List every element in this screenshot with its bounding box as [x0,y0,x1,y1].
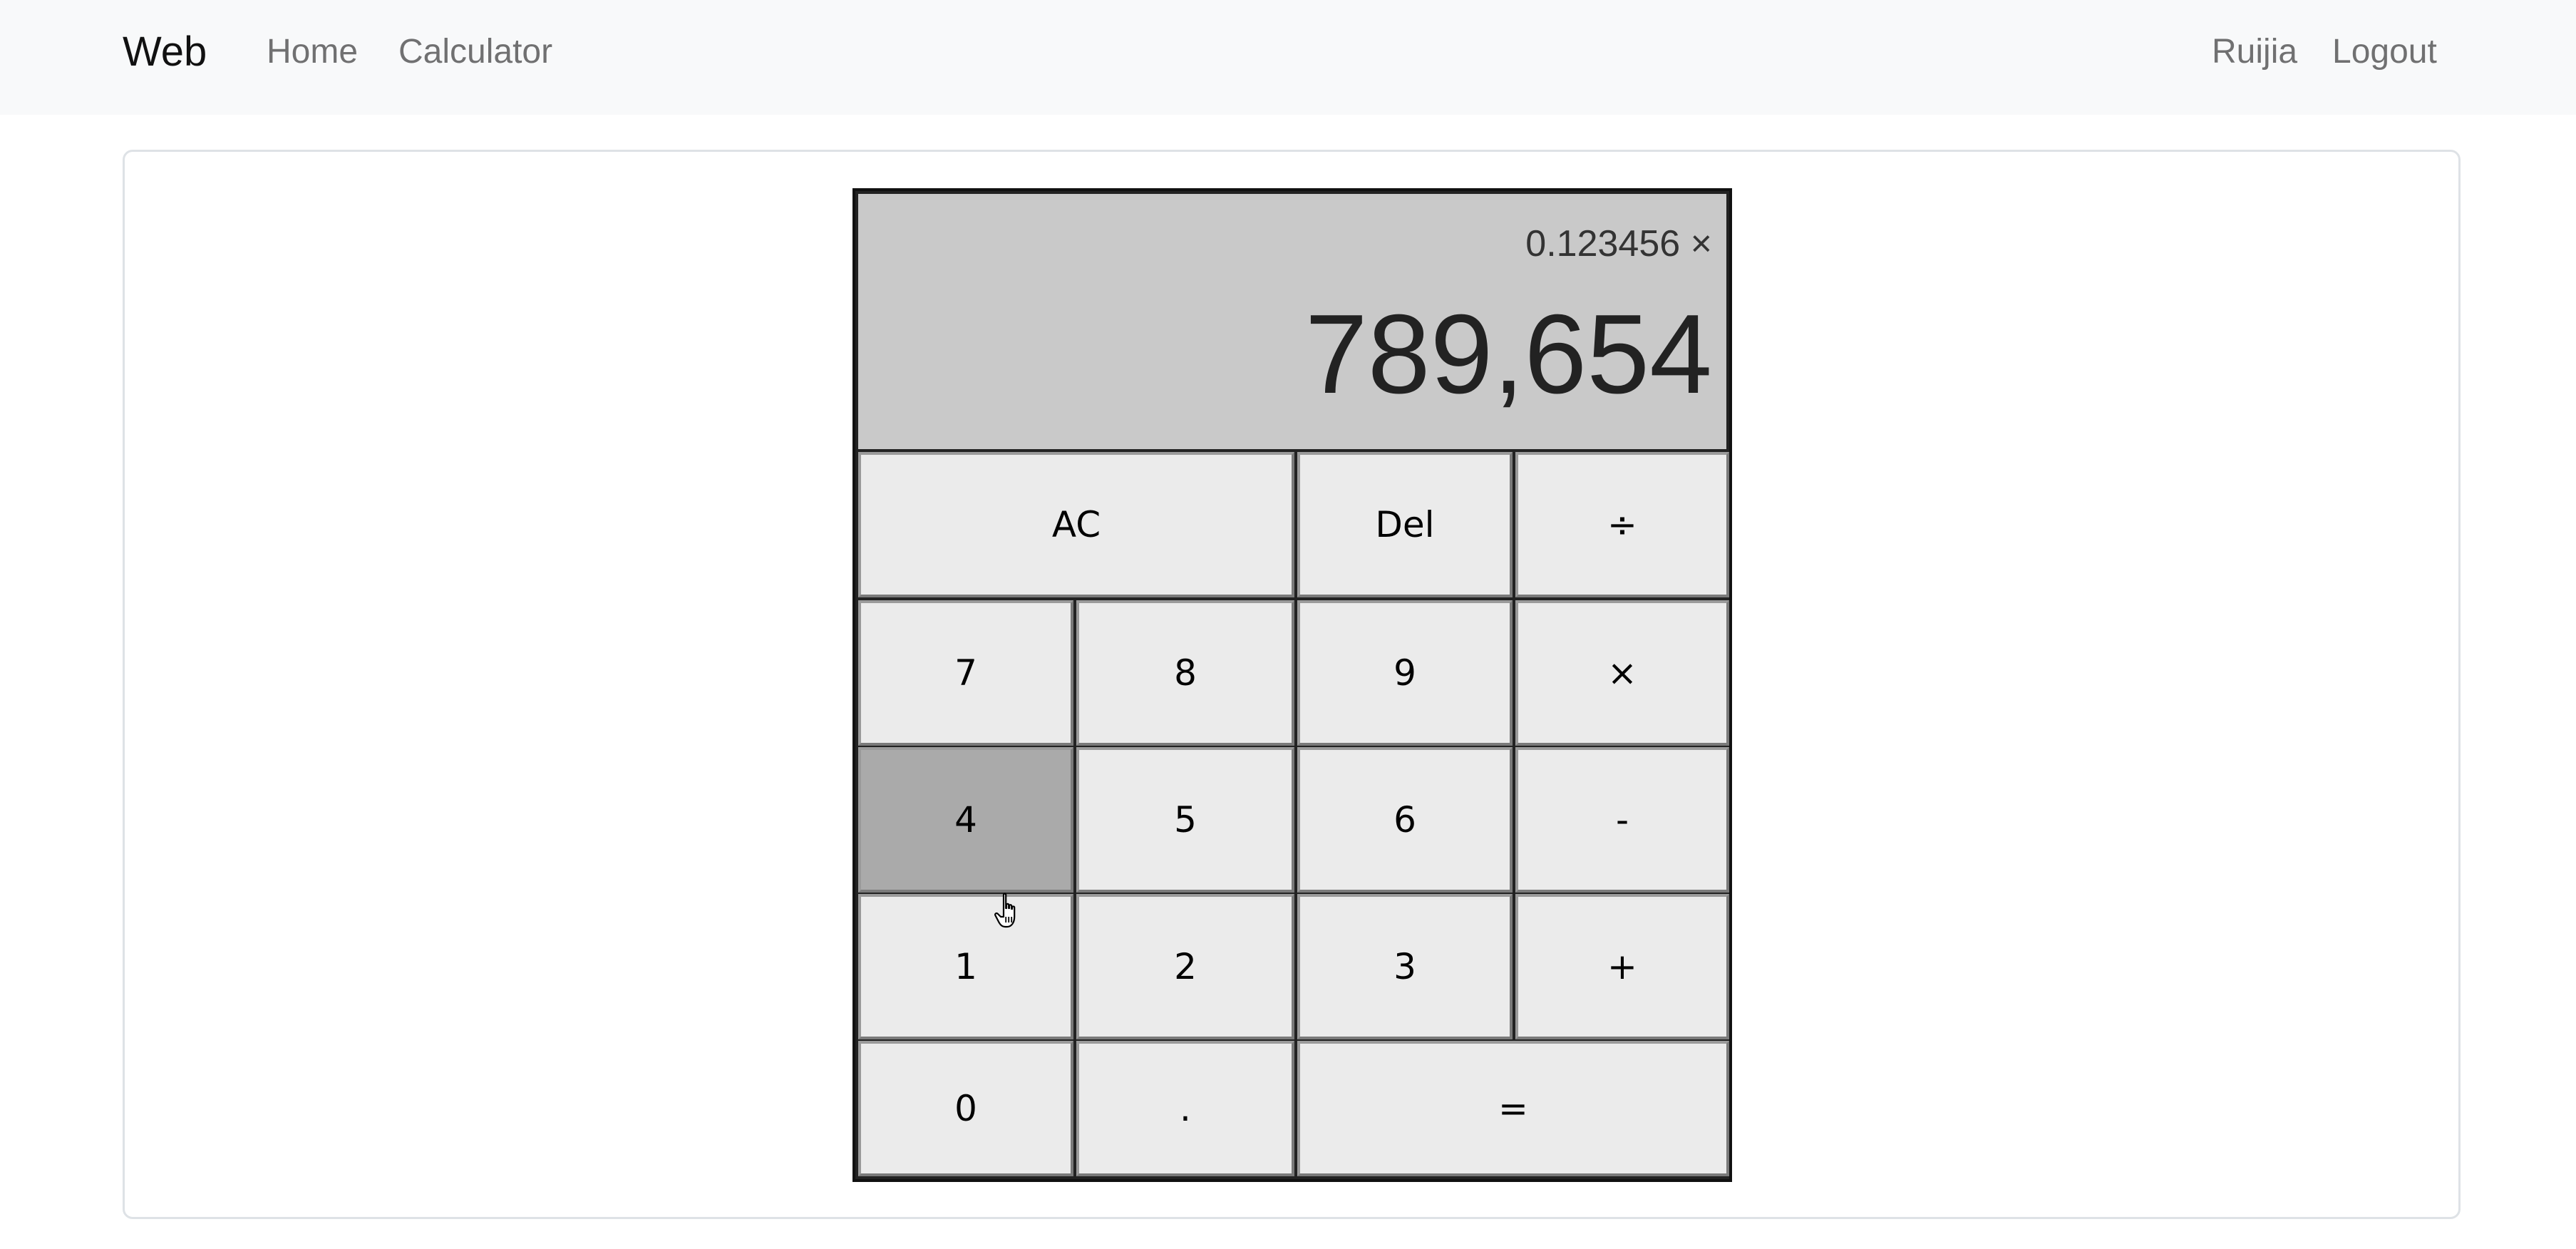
logout-link[interactable]: Logout [2332,29,2437,76]
minus-button[interactable]: - [1515,747,1729,893]
digit-8-button[interactable]: 8 [1076,600,1294,746]
digit-7-button[interactable]: 7 [858,600,1073,746]
plus-button[interactable]: + [1515,894,1729,1039]
brand-link[interactable]: Web [123,27,207,77]
calculator: 0.123456 × 789,654 AC Del ÷ 7 8 9 × 4 5 … [852,188,1732,1182]
nav-link-calculator[interactable]: Calculator [398,29,552,76]
digit-2-button[interactable]: 2 [1076,894,1294,1039]
current-operand: 789,654 [1304,292,1712,417]
nav-link-home[interactable]: Home [267,29,358,76]
digit-6-button[interactable]: 6 [1297,747,1513,893]
delete-button[interactable]: Del [1297,452,1513,597]
decimal-point-button[interactable]: . [1076,1041,1294,1176]
navbar: Web Home Calculator Ruijia Logout [0,0,2576,115]
digit-9-button[interactable]: 9 [1297,600,1513,746]
nav-user-link[interactable]: Ruijia [2212,29,2297,76]
digit-4-button[interactable]: 4 [858,747,1073,893]
hand-pointer-icon [994,893,1016,928]
digit-0-button[interactable]: 0 [858,1041,1073,1176]
digit-1-button[interactable]: 1 [858,894,1073,1039]
digit-3-button[interactable]: 3 [1297,894,1513,1039]
previous-operand: 0.123456 × [1525,223,1712,264]
multiply-button[interactable]: × [1515,600,1729,746]
divide-button[interactable]: ÷ [1515,452,1729,597]
calculator-display: 0.123456 × 789,654 [858,194,1726,449]
digit-5-button[interactable]: 5 [1076,747,1294,893]
equals-button[interactable]: = [1297,1041,1729,1176]
all-clear-button[interactable]: AC [858,452,1294,597]
